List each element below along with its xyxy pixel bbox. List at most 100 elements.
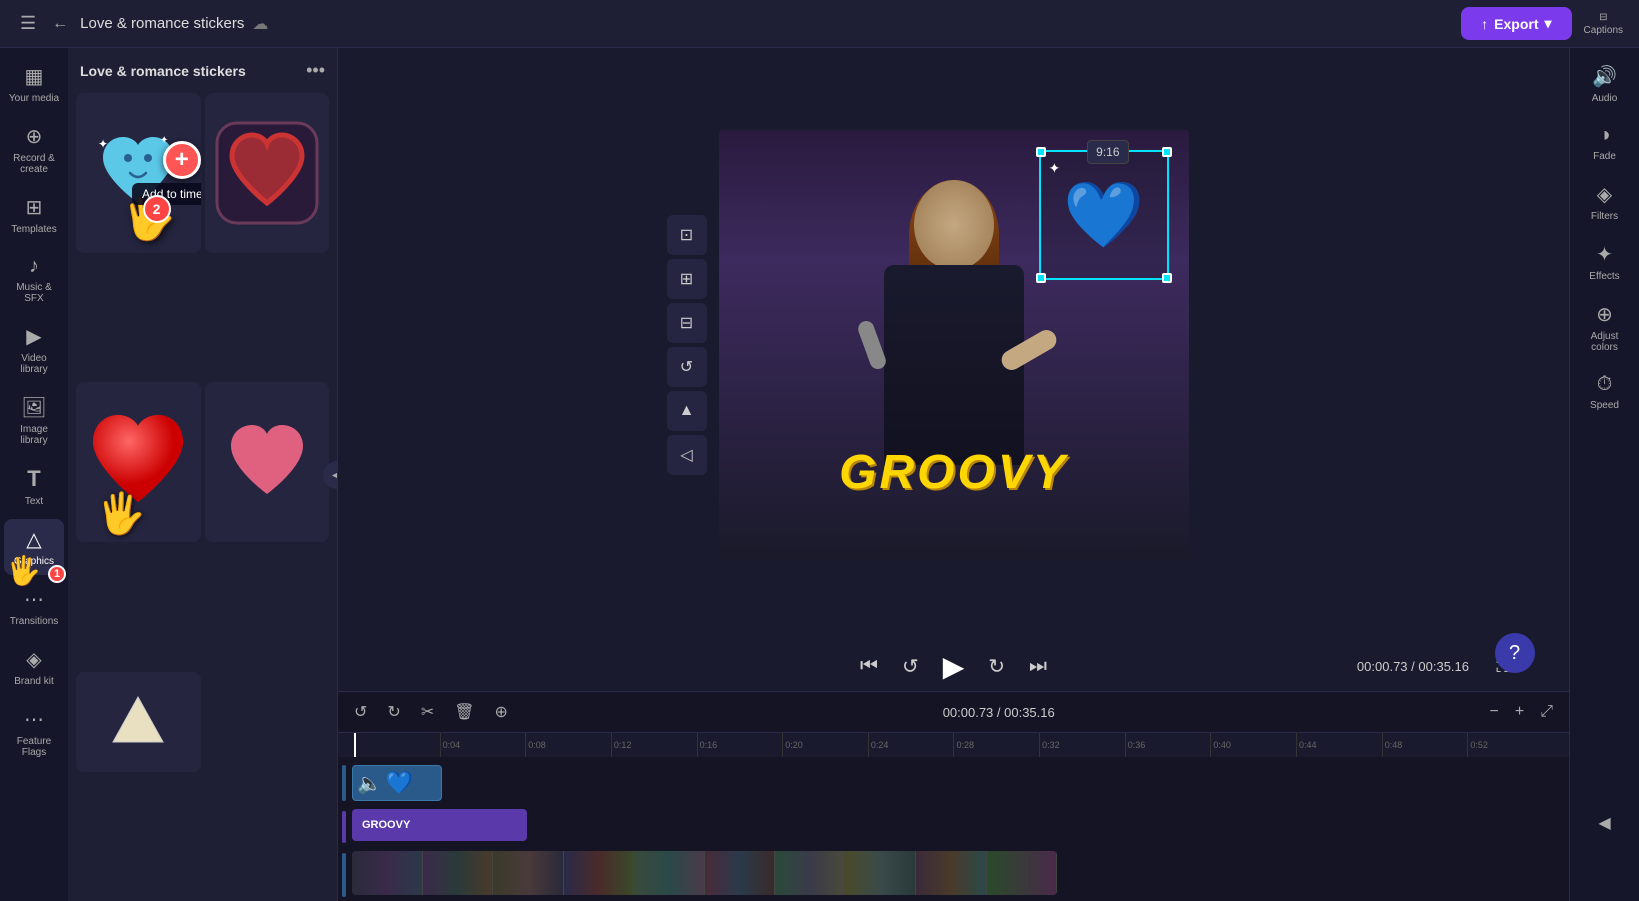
rewind-button[interactable]: ⏮: [860, 655, 878, 678]
video-preview: GROOVY 💙 ✦ ⊡ ⊞ ⊟: [719, 130, 1189, 560]
effects-icon: ✦: [1596, 242, 1613, 267]
sidebar-item-image-library[interactable]: 🖼 Image library: [4, 387, 64, 454]
toolbar-fit-btn[interactable]: ⊟: [667, 303, 707, 343]
hamburger-button[interactable]: ☰: [16, 9, 40, 38]
copy-button[interactable]: ⊕: [491, 698, 512, 726]
video-thumb-5: [634, 851, 705, 895]
handle-top-right[interactable]: [1162, 147, 1172, 157]
ghost-svg: [108, 692, 168, 752]
right-panel: 🔊 Audio ◑ Fade ◈ Filters ✦ Effects ⊕ Adj…: [1569, 48, 1639, 901]
track-content-video: [352, 849, 1567, 901]
right-panel-speed[interactable]: ⏱ Speed: [1574, 365, 1636, 419]
time-display: 00:00.73 / 00:35.16: [1357, 659, 1469, 674]
sticker-simple-heart[interactable]: [205, 382, 330, 542]
sidebar-item-templates[interactable]: ⊞ Templates: [4, 187, 64, 243]
timeline-tracks[interactable]: 🔈 💙 GROOVY: [338, 757, 1569, 901]
ruler-mark-7: 0:28: [953, 733, 1039, 757]
timeline-time: 00:00.73 / 00:35.16: [524, 705, 1474, 720]
star-decoration: ✦: [1049, 160, 1061, 177]
video-clip[interactable]: [352, 851, 1057, 895]
ruler-mark-2: 0:08: [525, 733, 611, 757]
handle-bottom-left[interactable]: [1036, 273, 1046, 283]
back5-button[interactable]: ↺: [902, 654, 919, 679]
playback-bar: ⏮ ↺ ▶ ↻ ⏭ 00:00.73 / 00:35.16 ⛶: [338, 642, 1569, 691]
ruler-mark-10: 0:40: [1210, 733, 1296, 757]
cut-button[interactable]: ✂: [417, 698, 438, 726]
speed-icon: ⏱: [1597, 373, 1613, 396]
header-right: ↑ Export ▾ ⊟ Captions: [1461, 7, 1623, 40]
export-icon: ↑: [1481, 16, 1488, 32]
collapse-right-button[interactable]: ◀: [1590, 805, 1618, 841]
right-panel-audio[interactable]: 🔊 Audio: [1574, 56, 1636, 112]
undo-button[interactable]: ↺: [350, 698, 371, 726]
video-thumb-4: [564, 851, 635, 895]
sidebar-item-brand-kit[interactable]: ◈ Brand kit: [4, 639, 64, 695]
sidebar-item-transitions[interactable]: ⋯ Transitions: [4, 579, 64, 635]
playhead: [354, 733, 356, 757]
handle-bottom-right[interactable]: [1162, 273, 1172, 283]
toolbar-preview-btn[interactable]: ⊡: [667, 215, 707, 255]
feature-flags-icon: ⋯: [24, 707, 44, 732]
video-thumb-6: [705, 851, 776, 895]
video-library-icon: ▶: [26, 324, 41, 349]
stickers-grid: ✦ ✦ + Add to timeline 🖐 2: [68, 89, 337, 901]
music-icon: ♪: [29, 255, 39, 278]
zoom-in-button[interactable]: +: [1511, 699, 1528, 725]
sticker-red-heart[interactable]: 🖐: [76, 382, 201, 542]
toolbar-flip-v-btn[interactable]: ▲: [667, 391, 707, 431]
export-button[interactable]: ↑ Export ▾: [1461, 7, 1571, 40]
toolbar-rotate-btn[interactable]: ↺: [667, 347, 707, 387]
sidebar-item-video-library[interactable]: ▶ Video library: [4, 316, 64, 383]
right-panel-adjust[interactable]: ⊕ Adjust colors: [1574, 294, 1636, 361]
sidebar-item-text[interactable]: T Text: [4, 458, 64, 515]
sticker-clip-icon: 🔈: [357, 771, 382, 796]
panel-more-button[interactable]: •••: [306, 60, 325, 81]
toolbar-flip-h-btn[interactable]: ◁: [667, 435, 707, 475]
stickers-panel: Love & romance stickers ••• ✦ ✦: [68, 48, 338, 901]
handle-top-left[interactable]: [1036, 147, 1046, 157]
sidebar-item-graphics[interactable]: △ Graphics 🖐 1: [4, 519, 64, 575]
redo-button[interactable]: ↻: [383, 698, 404, 726]
ruler-mark-1: 0:04: [440, 733, 526, 757]
skip-button[interactable]: ⏭: [1029, 655, 1047, 678]
track-content-groovy: GROOVY: [352, 805, 1567, 849]
zoom-out-button[interactable]: −: [1486, 699, 1503, 725]
sticker-overlay[interactable]: 💙 ✦: [1039, 150, 1169, 280]
play-button[interactable]: ▶: [943, 650, 965, 683]
fade-icon: ◑: [1598, 124, 1610, 147]
help-button[interactable]: ?: [1495, 633, 1535, 673]
groovy-clip[interactable]: GROOVY: [352, 809, 527, 841]
expand-button[interactable]: ⤢: [1536, 699, 1557, 725]
ruler-mark-13: 0:52: [1467, 733, 1553, 757]
person-silhouette: [844, 180, 1064, 560]
ruler-mark-4: 0:16: [697, 733, 783, 757]
header: ☰ ← Love & romance stickers ☁ ↑ Export ▾…: [0, 0, 1639, 48]
ruler-mark-8: 0:32: [1039, 733, 1125, 757]
toolbar-crop-btn[interactable]: ⊞: [667, 259, 707, 299]
captions-panel-button[interactable]: ⊟ Captions: [1584, 12, 1623, 36]
video-thumb-8: [846, 851, 917, 895]
delete-button[interactable]: 🗑: [450, 698, 478, 726]
sticker-clip[interactable]: 🔈 💙: [352, 765, 442, 801]
right-panel-effects[interactable]: ✦ Effects: [1574, 234, 1636, 290]
sticker-heart-outline[interactable]: [205, 93, 330, 253]
sidebar-item-your-media[interactable]: ▦ Your media: [4, 56, 64, 112]
fwd5-button[interactable]: ↻: [988, 654, 1005, 679]
sidebar-item-music-sfx[interactable]: ♪ Music & SFX: [4, 247, 64, 312]
brand-kit-icon: ◈: [26, 647, 41, 672]
track-content-sticker: 🔈 💙: [352, 761, 1567, 805]
back-button[interactable]: ←: [52, 15, 68, 33]
sticker-blue-heart[interactable]: ✦ ✦ + Add to timeline 🖐 2: [76, 93, 201, 253]
sidebar-item-feature-flags[interactable]: ⋯ Feature Flags: [4, 699, 64, 766]
track-left-groovy: [340, 809, 352, 845]
right-panel-filters[interactable]: ◈ Filters: [1574, 174, 1636, 230]
sticker-ghost[interactable]: [76, 672, 201, 772]
canvas-area[interactable]: GROOVY 💙 ✦ ⊡ ⊞ ⊟: [338, 48, 1569, 642]
track-handle-groovy: [342, 811, 346, 843]
transitions-icon: ⋯: [24, 587, 44, 612]
sidebar-item-record-create[interactable]: ⊕ Record & create: [4, 116, 64, 183]
right-panel-fade[interactable]: ◑ Fade: [1574, 116, 1636, 170]
aspect-ratio-badge: 9:16: [1087, 140, 1128, 164]
ruler-mark-11: 0:44: [1296, 733, 1382, 757]
ruler-mark-0: [354, 733, 440, 757]
